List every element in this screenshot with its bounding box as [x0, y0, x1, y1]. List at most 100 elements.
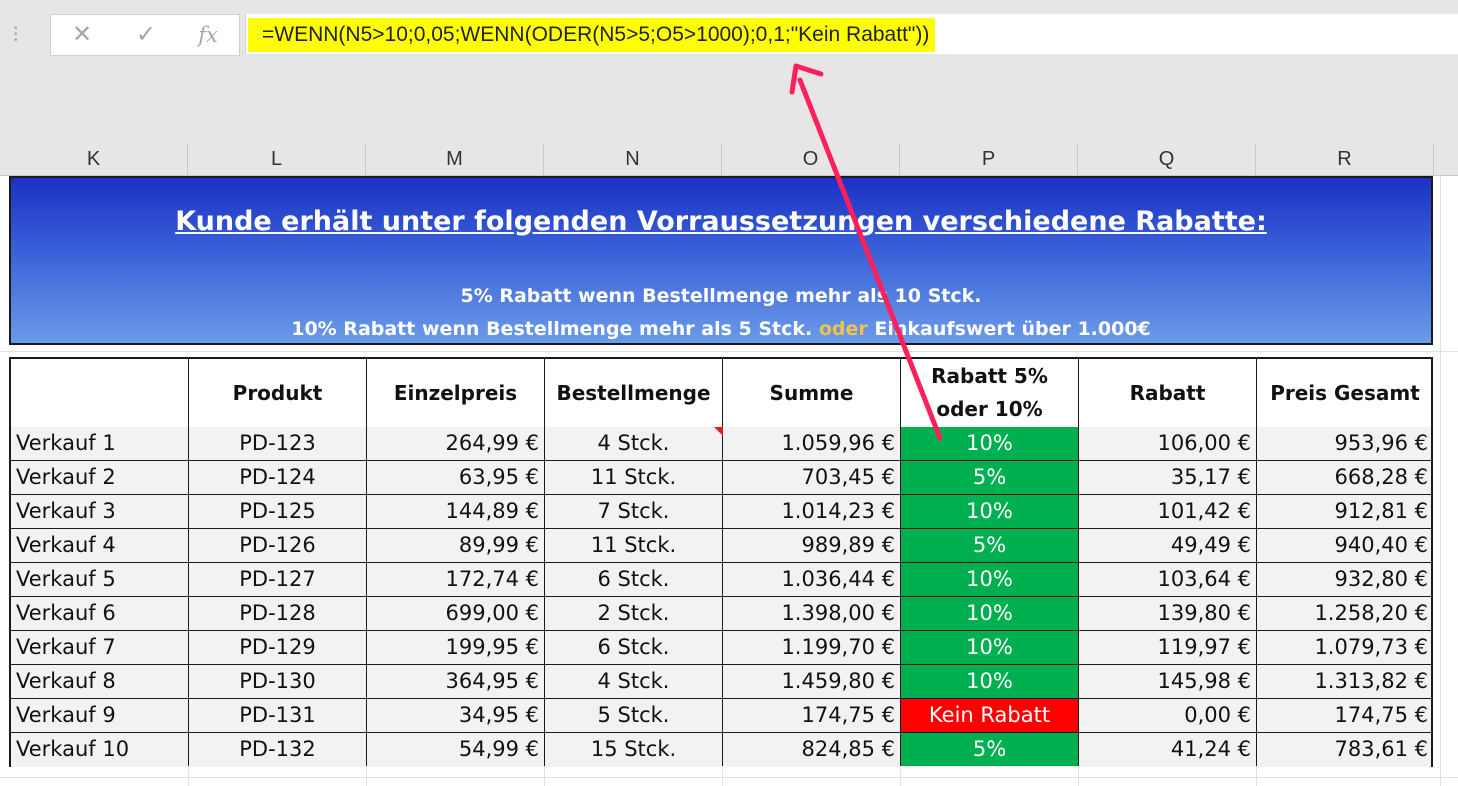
- cell-summe[interactable]: 1.059,96 €: [723, 427, 901, 460]
- cell-menge[interactable]: 6 Stck.: [545, 563, 723, 596]
- header-cell-einzelpreis[interactable]: Einzelpreis: [367, 359, 545, 427]
- header-cell-bestellmenge[interactable]: Bestellmenge: [545, 359, 723, 427]
- cell-produkt[interactable]: PD-129: [189, 631, 367, 664]
- header-cell-label[interactable]: [11, 359, 189, 427]
- header-cell-rabatt[interactable]: Rabatt: [1079, 359, 1257, 427]
- header-cell-rabatt-prozent[interactable]: Rabatt 5% oder 10%: [901, 359, 1079, 427]
- column-header-m[interactable]: M: [366, 143, 544, 176]
- cell-einzelpreis[interactable]: 264,99 €: [367, 427, 545, 460]
- cell-summe[interactable]: 1.398,00 €: [723, 597, 901, 630]
- column-header-p[interactable]: P: [900, 143, 1078, 176]
- cell-einzelpreis[interactable]: 699,00 €: [367, 597, 545, 630]
- cell-menge[interactable]: 11 Stck.: [545, 461, 723, 494]
- cell-produkt[interactable]: PD-130: [189, 665, 367, 698]
- cell-einzelpreis[interactable]: 89,99 €: [367, 529, 545, 562]
- cell-label[interactable]: Verkauf 3: [11, 495, 189, 528]
- cell-produkt[interactable]: PD-127: [189, 563, 367, 596]
- cell-label[interactable]: Verkauf 2: [11, 461, 189, 494]
- cell-rabatt-pct[interactable]: 5%: [901, 529, 1079, 562]
- cell-summe[interactable]: 1.459,80 €: [723, 665, 901, 698]
- cell-gesamt[interactable]: 174,75 €: [1257, 699, 1433, 732]
- cell-rabatt-pct[interactable]: 10%: [901, 495, 1079, 528]
- cell-einzelpreis[interactable]: 144,89 €: [367, 495, 545, 528]
- cell-rabatt-pct[interactable]: 10%: [901, 665, 1079, 698]
- cell-menge[interactable]: 2 Stck.: [545, 597, 723, 630]
- cell-produkt[interactable]: PD-126: [189, 529, 367, 562]
- cell-einzelpreis[interactable]: 172,74 €: [367, 563, 545, 596]
- cell-label[interactable]: Verkauf 1: [11, 427, 189, 460]
- cell-label[interactable]: Verkauf 7: [11, 631, 189, 664]
- cell-einzelpreis[interactable]: 364,95 €: [367, 665, 545, 698]
- column-header-k[interactable]: K: [0, 143, 188, 176]
- cell-rabatt[interactable]: 106,00 €: [1079, 427, 1257, 460]
- cell-menge[interactable]: 4 Stck.: [545, 427, 723, 460]
- column-header-l[interactable]: L: [188, 143, 366, 176]
- cell-menge[interactable]: 15 Stck.: [545, 733, 723, 766]
- cell-rabatt[interactable]: 139,80 €: [1079, 597, 1257, 630]
- cell-einzelpreis[interactable]: 54,99 €: [367, 733, 545, 766]
- cell-rabatt[interactable]: 103,64 €: [1079, 563, 1257, 596]
- cell-produkt[interactable]: PD-132: [189, 733, 367, 766]
- cell-gesamt[interactable]: 668,28 €: [1257, 461, 1433, 494]
- header-cell-produkt[interactable]: Produkt: [189, 359, 367, 427]
- cell-rabatt[interactable]: 101,42 €: [1079, 495, 1257, 528]
- cell-gesamt[interactable]: 1.258,20 €: [1257, 597, 1433, 630]
- column-header-s[interactable]: [1434, 143, 1458, 176]
- cell-gesamt[interactable]: 1.079,73 €: [1257, 631, 1433, 664]
- cell-summe[interactable]: 824,85 €: [723, 733, 901, 766]
- cancel-icon[interactable]: ✕: [69, 15, 95, 55]
- column-header-n[interactable]: N: [544, 143, 722, 176]
- drag-handle-icon[interactable]: • • •: [14, 24, 18, 46]
- cell-summe[interactable]: 703,45 €: [723, 461, 901, 494]
- cell-summe[interactable]: 1.036,44 €: [723, 563, 901, 596]
- cell-menge[interactable]: 6 Stck.: [545, 631, 723, 664]
- cell-rabatt[interactable]: 0,00 €: [1079, 699, 1257, 732]
- cell-rabatt-pct[interactable]: 5%: [901, 461, 1079, 494]
- cell-produkt[interactable]: PD-128: [189, 597, 367, 630]
- cell-rabatt-pct[interactable]: 10%: [901, 597, 1079, 630]
- header-cell-summe[interactable]: Summe: [723, 359, 901, 427]
- cell-summe[interactable]: 989,89 €: [723, 529, 901, 562]
- cell-rabatt[interactable]: 49,49 €: [1079, 529, 1257, 562]
- cell-summe[interactable]: 174,75 €: [723, 699, 901, 732]
- cell-menge[interactable]: 4 Stck.: [545, 665, 723, 698]
- cell-summe[interactable]: 1.199,70 €: [723, 631, 901, 664]
- cell-label[interactable]: Verkauf 6: [11, 597, 189, 630]
- cell-einzelpreis[interactable]: 63,95 €: [367, 461, 545, 494]
- cell-gesamt[interactable]: 940,40 €: [1257, 529, 1433, 562]
- cell-summe[interactable]: 1.014,23 €: [723, 495, 901, 528]
- cell-label[interactable]: Verkauf 8: [11, 665, 189, 698]
- enter-icon[interactable]: ✓: [131, 15, 161, 55]
- cell-rabatt[interactable]: 41,24 €: [1079, 733, 1257, 766]
- cell-gesamt[interactable]: 912,81 €: [1257, 495, 1433, 528]
- cell-produkt[interactable]: PD-131: [189, 699, 367, 732]
- cell-einzelpreis[interactable]: 199,95 €: [367, 631, 545, 664]
- cell-gesamt[interactable]: 1.313,82 €: [1257, 665, 1433, 698]
- cell-gesamt[interactable]: 953,96 €: [1257, 427, 1433, 460]
- cell-rabatt-pct[interactable]: 10%: [901, 563, 1079, 596]
- cell-rabatt-pct[interactable]: 10%: [901, 631, 1079, 664]
- cell-produkt[interactable]: PD-125: [189, 495, 367, 528]
- column-header-r[interactable]: R: [1256, 143, 1434, 176]
- cell-produkt[interactable]: PD-124: [189, 461, 367, 494]
- cell-menge[interactable]: 5 Stck.: [545, 699, 723, 732]
- cell-rabatt[interactable]: 35,17 €: [1079, 461, 1257, 494]
- cell-rabatt-pct[interactable]: 10%: [901, 427, 1079, 460]
- cell-label[interactable]: Verkauf 9: [11, 699, 189, 732]
- cell-rabatt-pct[interactable]: Kein Rabatt: [901, 699, 1079, 732]
- formula-text[interactable]: =WENN(N5>10;0,05;WENN(ODER(N5>5;O5>1000)…: [248, 18, 936, 52]
- cell-menge[interactable]: 11 Stck.: [545, 529, 723, 562]
- cell-einzelpreis[interactable]: 34,95 €: [367, 699, 545, 732]
- column-header-o[interactable]: O: [722, 143, 900, 176]
- cell-label[interactable]: Verkauf 4: [11, 529, 189, 562]
- comment-indicator-icon[interactable]: [714, 427, 723, 436]
- cell-menge[interactable]: 7 Stck.: [545, 495, 723, 528]
- column-header-q[interactable]: Q: [1078, 143, 1256, 176]
- info-banner[interactable]: Kunde erhält unter folgenden Vorraussetz…: [9, 176, 1433, 345]
- cell-gesamt[interactable]: 783,61 €: [1257, 733, 1433, 766]
- insert-function-icon[interactable]: fx: [193, 15, 223, 55]
- cell-rabatt-pct[interactable]: 5%: [901, 733, 1079, 766]
- header-cell-preis-gesamt[interactable]: Preis Gesamt: [1257, 359, 1433, 427]
- cell-rabatt[interactable]: 119,97 €: [1079, 631, 1257, 664]
- cell-label[interactable]: Verkauf 10: [11, 733, 189, 766]
